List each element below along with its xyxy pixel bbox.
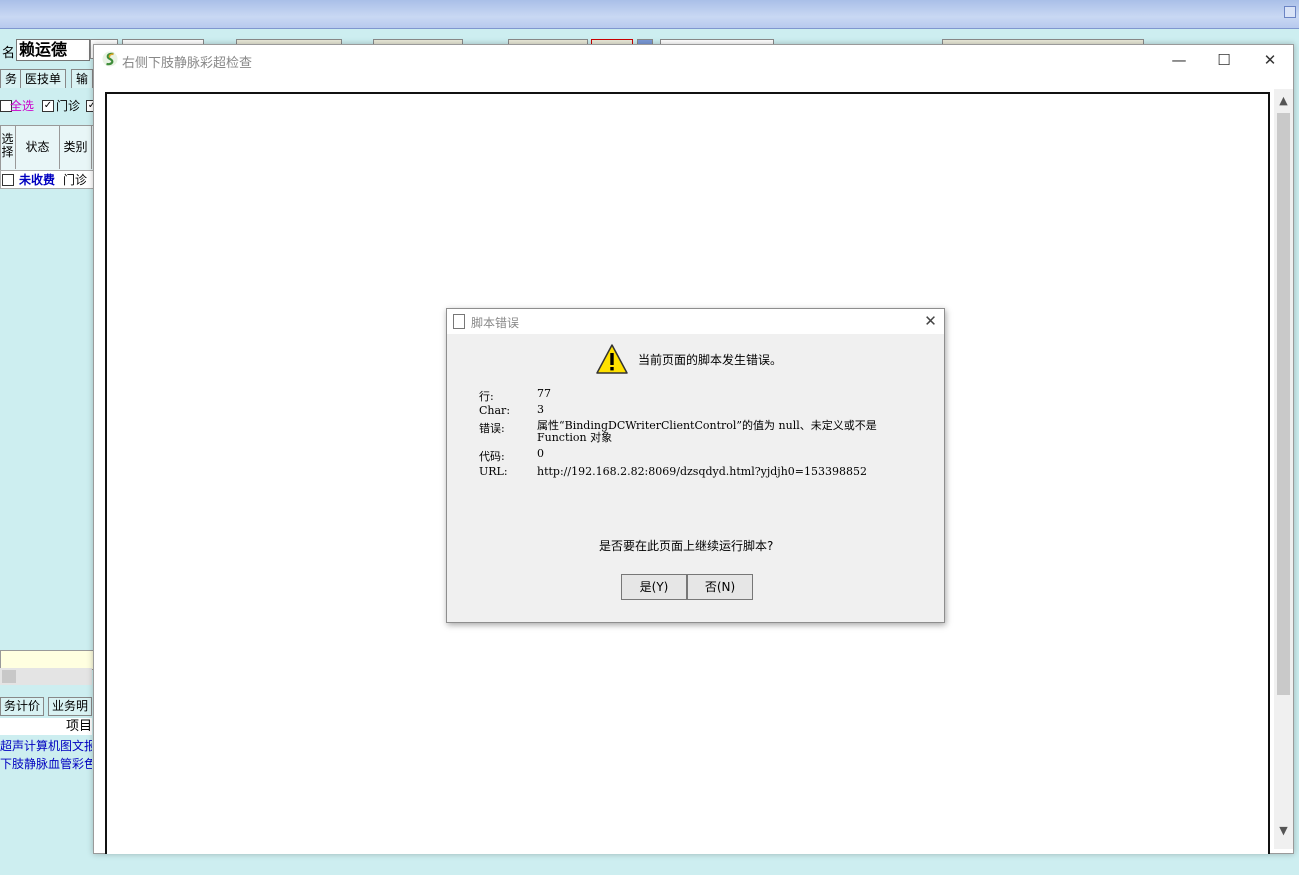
scroll-down-icon[interactable]: ▼ xyxy=(1274,823,1293,839)
grid-header-status[interactable]: 状态 xyxy=(16,125,60,169)
char-label: Char: xyxy=(479,404,511,417)
url-value: http://192.168.2.82:8069/dzsqdyd.html?yj… xyxy=(537,465,867,478)
url-label: URL: xyxy=(479,465,508,478)
tab-business[interactable]: 务 xyxy=(0,69,23,88)
tab-infusion[interactable]: 输 xyxy=(71,69,94,88)
code-value: 0 xyxy=(537,447,544,460)
row-status: 未收费 xyxy=(19,173,56,187)
app-titlebar xyxy=(0,0,1299,29)
error-value: 属性“BindingDCWriterClientControl”的值为 null… xyxy=(537,419,877,444)
error-label: 错误: xyxy=(479,422,505,435)
continue-question: 是否要在此页面上继续运行脚本? xyxy=(599,539,774,553)
popup-title: 右侧下肢静脉彩超检查 xyxy=(122,56,253,71)
table-row[interactable]: 未收费 门诊 xyxy=(0,170,94,189)
vertical-scrollbar[interactable]: ▲ ▼ xyxy=(1274,89,1293,849)
row-category: 门诊 xyxy=(63,173,88,187)
row-checkbox[interactable] xyxy=(2,174,14,186)
tab-business-detail[interactable]: 业务明 xyxy=(48,697,93,716)
tab-medtech-order[interactable]: 医技单 xyxy=(20,69,67,88)
scroll-up-icon[interactable]: ▲ xyxy=(1274,93,1293,109)
code-label: 代码: xyxy=(479,450,505,463)
name-label: 名 xyxy=(2,46,16,61)
list-header: 项目 xyxy=(0,718,92,735)
dialog-titlebar[interactable]: 脚本错误 ✕ xyxy=(447,309,944,334)
app-window-button[interactable] xyxy=(1284,6,1296,18)
outpatient-label: 门诊 xyxy=(56,99,81,113)
yes-button[interactable]: 是(Y) xyxy=(621,574,687,600)
close-button[interactable]: ✕ xyxy=(1247,45,1293,75)
app-logo-icon xyxy=(102,51,118,67)
horizontal-scrollbar[interactable] xyxy=(0,668,92,685)
line-value: 77 xyxy=(537,387,551,400)
warning-icon xyxy=(596,344,628,374)
outpatient-checkbox[interactable]: ✓ xyxy=(42,100,54,112)
no-button[interactable]: 否(N) xyxy=(687,574,753,600)
dialog-title: 脚本错误 xyxy=(471,316,520,330)
error-message: 当前页面的脚本发生错误。 xyxy=(638,353,783,367)
maximize-button[interactable]: ☐ xyxy=(1201,45,1247,75)
scrollbar-thumb[interactable] xyxy=(1277,113,1290,695)
grid-footer xyxy=(0,650,94,670)
dialog-close-button[interactable]: ✕ xyxy=(917,309,944,334)
popup-titlebar[interactable]: 右侧下肢静脉彩超检查 — ☐ ✕ xyxy=(94,45,1293,75)
list-item[interactable]: 下肢静脉血管彩色 xyxy=(0,755,92,773)
char-value: 3 xyxy=(537,403,544,416)
line-label: 行: xyxy=(479,390,494,403)
grid-header-select[interactable]: 选择 xyxy=(0,125,16,169)
script-error-dialog: 脚本错误 ✕ 当前页面的脚本发生错误。 行: 77 Char: 3 错误: 属性… xyxy=(446,308,945,623)
list-item[interactable]: 超声计算机图文报 xyxy=(0,737,92,755)
patient-name-field[interactable]: 赖运德 xyxy=(16,39,90,61)
minimize-button[interactable]: — xyxy=(1156,45,1202,75)
grid-header-category[interactable]: 类别 xyxy=(60,125,92,169)
document-icon xyxy=(453,314,465,329)
tab-business-pricing[interactable]: 务计价 xyxy=(0,697,45,716)
select-all-label: 全选 xyxy=(10,99,35,113)
